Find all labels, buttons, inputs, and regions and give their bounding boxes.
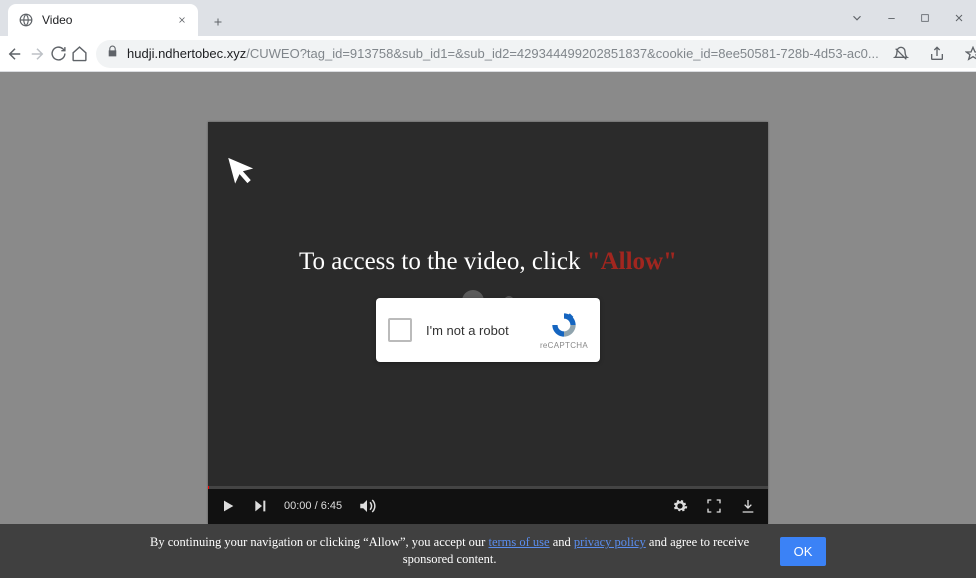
progress-bar[interactable] — [208, 486, 768, 489]
browser-toolbar: hudji.ndhertobec.xyz/CUWEO?tag_id=913758… — [0, 36, 976, 72]
tab-title: Video — [42, 13, 166, 27]
browser-tab[interactable]: Video — [8, 4, 198, 36]
prompt-allow: "Allow" — [587, 248, 677, 275]
globe-icon — [18, 12, 34, 28]
recaptcha-checkbox[interactable] — [388, 318, 412, 342]
consent-text: By continuing your navigation or clickin… — [150, 534, 750, 568]
recaptcha-brand: reCAPTCHA — [540, 311, 588, 350]
notifications-blocked-icon[interactable] — [887, 40, 915, 68]
terms-link[interactable]: terms of use — [488, 535, 549, 549]
consent-bar: By continuing your navigation or clickin… — [0, 524, 976, 578]
recaptcha-icon — [550, 311, 578, 339]
browser-titlebar: Video — [0, 0, 976, 36]
time-display: 00:00 / 6:45 — [284, 500, 342, 512]
maximize-button[interactable] — [908, 3, 942, 33]
fullscreen-icon[interactable] — [706, 498, 722, 514]
close-icon[interactable] — [174, 12, 190, 28]
volume-icon[interactable] — [358, 497, 376, 515]
recaptcha-brand-text: reCAPTCHA — [540, 341, 588, 350]
window-close-button[interactable] — [942, 3, 976, 33]
lock-icon — [106, 45, 119, 63]
recaptcha-box[interactable]: I'm not a robot reCAPTCHA — [376, 298, 600, 362]
ok-button[interactable]: OK — [780, 537, 827, 566]
next-icon[interactable] — [252, 498, 268, 514]
address-bar[interactable]: hudji.ndhertobec.xyz/CUWEO?tag_id=913758… — [96, 40, 976, 68]
gear-icon[interactable] — [672, 498, 688, 514]
player-body: To access to the video, click "Allow" I'… — [208, 122, 768, 488]
forward-button[interactable] — [28, 40, 46, 68]
play-icon[interactable] — [220, 498, 236, 514]
home-button[interactable] — [71, 40, 88, 68]
chevron-down-icon[interactable] — [840, 3, 874, 33]
url-host: hudji.ndhertobec.xyz — [127, 46, 246, 61]
url-path: /CUWEO?tag_id=913758&sub_id1=&sub_id2=42… — [246, 46, 878, 61]
minimize-button[interactable] — [874, 3, 908, 33]
url-text: hudji.ndhertobec.xyz/CUWEO?tag_id=913758… — [127, 46, 879, 61]
access-prompt: To access to the video, click "Allow" — [299, 248, 677, 276]
new-tab-button[interactable] — [204, 8, 232, 36]
recaptcha-label: I'm not a robot — [426, 323, 540, 338]
share-icon[interactable] — [923, 40, 951, 68]
video-player: To access to the video, click "Allow" I'… — [208, 122, 768, 524]
player-controls: 00:00 / 6:45 — [208, 488, 768, 524]
back-button[interactable] — [6, 40, 24, 68]
cursor-icon — [226, 150, 258, 191]
window-controls — [840, 0, 976, 36]
privacy-link[interactable]: privacy policy — [574, 535, 646, 549]
bookmark-icon[interactable] — [959, 40, 976, 68]
page-viewport: To access to the video, click "Allow" I'… — [0, 72, 976, 578]
download-icon[interactable] — [740, 498, 756, 514]
reload-button[interactable] — [50, 40, 67, 68]
prompt-prefix: To access to the video, click — [299, 248, 587, 275]
